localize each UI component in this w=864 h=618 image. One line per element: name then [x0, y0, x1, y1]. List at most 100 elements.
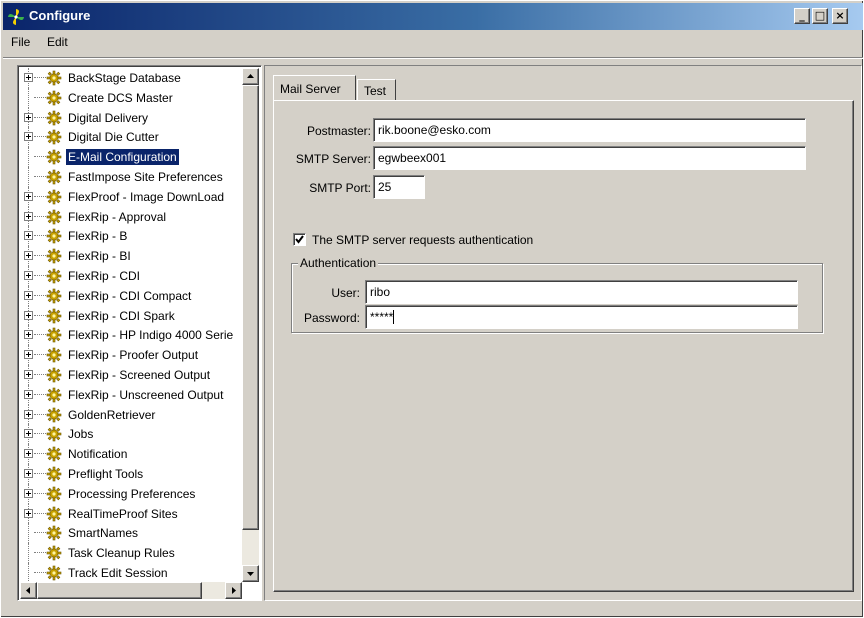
tree-item[interactable]: Create DCS Master	[20, 87, 242, 108]
gear-icon	[46, 367, 62, 383]
tree-item[interactable]: E-Mail Configuration	[20, 147, 242, 167]
tab-mail-server[interactable]: Mail Server	[273, 75, 356, 101]
password-label: Password:	[303, 311, 360, 325]
plus-box-icon[interactable]	[24, 251, 33, 261]
tree-item[interactable]: SmartNames	[20, 523, 242, 544]
tree-connector-line	[28, 167, 29, 187]
tree-item[interactable]: FlexRip - Approval	[20, 206, 242, 227]
gear-icon	[46, 268, 62, 284]
smtp-port-field[interactable]: 25	[373, 175, 425, 199]
tree-item[interactable]: Digital Delivery	[20, 107, 242, 128]
plus-box-icon[interactable]	[24, 429, 33, 439]
tree-connector-line	[34, 255, 46, 257]
tree-horizontal-scrollbar[interactable]	[20, 582, 242, 599]
tree-item-label: Track Edit Session	[68, 566, 168, 580]
plus-box-icon[interactable]	[24, 350, 33, 360]
tree-item[interactable]: RealTimeProof Sites	[20, 503, 242, 524]
menu-file[interactable]: File	[11, 35, 30, 49]
tab-test[interactable]: Test	[357, 79, 396, 101]
tree-item-label: FlexProof - Image DownLoad	[68, 189, 225, 204]
horizontal-scroll-thumb[interactable]	[37, 582, 202, 599]
tree-item-label: GoldenRetriever	[68, 407, 156, 422]
user-field[interactable]: ribo	[365, 280, 798, 304]
tree-connector-line	[34, 374, 46, 375]
plus-box-icon[interactable]	[24, 469, 33, 478]
tree-item[interactable]: FlexRip - CDI Compact	[20, 285, 242, 306]
plus-box-icon[interactable]	[24, 409, 33, 419]
tree-item[interactable]: FlexRip - CDI Spark	[20, 305, 242, 326]
plus-box-icon[interactable]	[24, 310, 33, 320]
gear-icon	[46, 288, 62, 304]
gear-icon	[46, 149, 62, 165]
tree-item[interactable]: FlexRip - B	[20, 226, 242, 247]
plus-box-icon[interactable]	[24, 370, 33, 379]
tree-item[interactable]: BackStage Database	[20, 68, 242, 88]
tree-item[interactable]: Task Cleanup Rules	[20, 543, 242, 563]
auth-checkbox[interactable]	[293, 233, 306, 246]
scroll-down-button[interactable]	[242, 565, 259, 582]
tree-item[interactable]: FlexProof - Image DownLoad	[20, 186, 242, 207]
postmaster-label: Postmaster:	[306, 124, 371, 138]
pinwheel-icon	[8, 9, 24, 25]
minimize-button[interactable]: _	[794, 8, 810, 24]
tree-item[interactable]: Processing Preferences	[20, 483, 242, 504]
plus-box-icon[interactable]	[24, 112, 33, 122]
tree-connector-line	[34, 176, 46, 177]
tree-item[interactable]: FlexRip - HP Indigo 4000 Serie	[20, 325, 242, 346]
scroll-left-button[interactable]	[20, 582, 37, 599]
tree-item[interactable]: FastImpose Site Preferences	[20, 167, 242, 187]
tree-item[interactable]: Preflight Tools	[20, 464, 242, 484]
scroll-right-button[interactable]	[225, 582, 242, 599]
plus-box-icon[interactable]	[24, 508, 33, 518]
plus-box-icon[interactable]	[24, 132, 33, 142]
password-field[interactable]: *****	[365, 305, 798, 329]
plus-box-icon[interactable]	[24, 191, 33, 201]
tree-item[interactable]: FlexRip - Unscreened Output	[20, 384, 242, 405]
smtp-port-label: SMTP Port:	[309, 181, 371, 195]
plus-box-icon[interactable]	[24, 330, 33, 340]
tree-connector-line	[28, 523, 29, 544]
tree-item[interactable]: Digital Die Cutter	[20, 127, 242, 148]
tree-item[interactable]: FlexRip - CDI	[20, 266, 242, 286]
plus-box-icon[interactable]	[24, 271, 33, 280]
postmaster-field[interactable]: rik.boone@esko.com	[373, 118, 806, 142]
tree-item[interactable]: GoldenRetriever	[20, 404, 242, 425]
smtp-server-field[interactable]: egwbeex001	[373, 146, 806, 170]
tree-connector-line	[34, 275, 46, 276]
tree-connector-line	[34, 235, 46, 237]
maximize-button[interactable]: □	[812, 8, 828, 24]
plus-box-icon[interactable]	[24, 488, 33, 498]
menu-edit[interactable]: Edit	[47, 35, 68, 49]
plus-box-icon[interactable]	[24, 290, 33, 300]
tree-item[interactable]: FlexRip - Proofer Output	[20, 345, 242, 365]
gear-icon	[46, 228, 62, 244]
tree-item[interactable]: FlexRip - Screened Output	[20, 365, 242, 385]
arrow-down-icon	[247, 572, 254, 576]
plus-box-icon[interactable]	[24, 449, 33, 459]
plus-box-icon[interactable]	[24, 389, 33, 399]
auth-checkbox-label[interactable]: The SMTP server requests authentication	[312, 233, 533, 247]
tree-item-label: FlexRip - BI	[68, 249, 131, 264]
gear-icon	[46, 327, 62, 343]
plus-box-icon[interactable]	[24, 231, 33, 241]
tree-item[interactable]: Jobs	[20, 424, 242, 445]
plus-box-icon[interactable]	[24, 211, 33, 221]
tree-item-label: FastImpose Site Preferences	[68, 170, 223, 184]
scroll-up-button[interactable]	[242, 68, 259, 85]
tree-item[interactable]: Notification	[20, 444, 242, 464]
gear-icon	[46, 446, 62, 462]
tree-item-label: BackStage Database	[68, 71, 181, 85]
close-button[interactable]: ×	[832, 8, 848, 24]
tree-vertical-scrollbar[interactable]	[242, 68, 259, 582]
tree-item[interactable]: Track Edit Session	[20, 563, 242, 582]
tree-connector-line	[28, 87, 29, 108]
gear-icon	[46, 248, 62, 264]
gear-icon	[46, 426, 62, 442]
tree-item[interactable]: FlexRip - BI	[20, 246, 242, 266]
checkmark-icon	[295, 235, 304, 244]
tree-item-label: FlexRip - CDI Spark	[68, 308, 175, 323]
gear-icon	[46, 70, 62, 86]
plus-box-icon[interactable]	[24, 73, 33, 82]
title-bar[interactable]: Configure _ □ ×	[3, 3, 863, 30]
vertical-scroll-thumb[interactable]	[242, 85, 259, 530]
